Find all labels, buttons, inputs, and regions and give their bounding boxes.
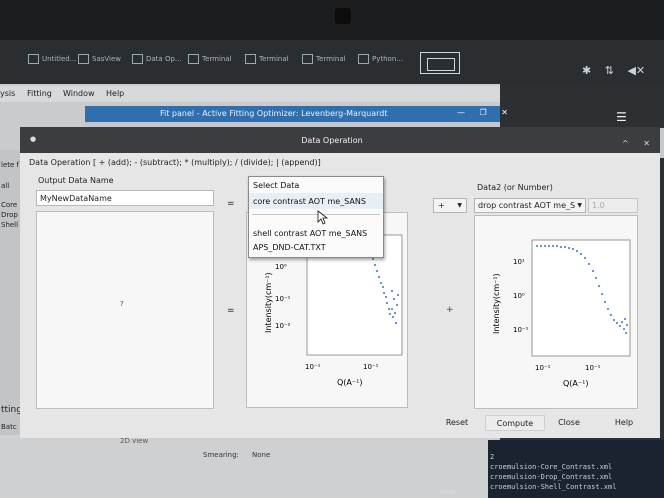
ytick-label: 10⁻¹ <box>275 295 291 303</box>
view-label: 2D view <box>120 437 149 445</box>
operation-help-text: Data Operation [ + (add); - (subtract); … <box>29 158 321 167</box>
smearing-label: Smearing: <box>203 451 239 459</box>
fitting-label: tting <box>1 405 22 415</box>
dialog-title: Data Operation <box>301 136 363 145</box>
help-button[interactable]: Help <box>608 415 640 431</box>
xtick-label: 10⁻¹ <box>305 363 321 371</box>
system-tray: ✱ ⇅ ◀✕ <box>582 64 645 77</box>
data2-plot-svg: 10¹ 10⁰ 10⁻¹ 10⁻¹ 10⁻¹ Q(A⁻¹) Intensity(… <box>492 239 631 388</box>
volume-muted-icon[interactable]: ◀✕ <box>627 64 645 77</box>
smearing-value: None <box>252 451 271 459</box>
dropdown-item-core[interactable]: core contrast AOT me_SANS <box>253 197 366 206</box>
terminal-icon <box>302 54 313 64</box>
window-icon <box>78 54 89 64</box>
menu-fitting[interactable]: Fitting <box>27 89 52 98</box>
y-axis-label: Intensity(cm⁻¹) <box>264 272 273 333</box>
delete-button[interactable]: lete f <box>1 161 19 169</box>
xtick-label: 10⁻¹ <box>585 364 601 372</box>
terminal-line: 2 <box>490 453 495 461</box>
terminal-line: croemulsion-Core_Contrast.xml <box>490 463 613 471</box>
data2-select[interactable]: drop contrast AOT me_S ▼ <box>474 198 586 213</box>
ytick-label: 10⁰ <box>275 263 287 271</box>
mouse-cursor-icon <box>317 210 329 227</box>
batch-label: Batc <box>1 423 17 431</box>
taskbar-item[interactable]: Terminal <box>188 54 232 68</box>
dropdown-separator <box>252 214 380 215</box>
taskbar-item[interactable]: Python... <box>358 54 403 68</box>
ytick-label: 10⁰ <box>513 292 525 300</box>
dropdown-item-shell[interactable]: shell contrast AOT me_SANS <box>253 229 367 238</box>
terminal-icon <box>245 54 256 64</box>
network-icon[interactable]: ⇅ <box>605 64 614 77</box>
operator-select[interactable]: + ▼ <box>433 198 467 213</box>
xtick-label: 10⁻¹ <box>363 363 379 371</box>
window-icon <box>132 54 143 64</box>
terminal-line: croemulsion-Shell_Contrast.xml <box>490 483 617 491</box>
dialog-window-controls[interactable]: ^ ✕ <box>622 139 656 148</box>
compute-button[interactable]: Compute <box>485 415 545 431</box>
data-item-shell[interactable]: Shell <box>1 221 18 229</box>
terminal-line: croemulsion-Drop_Contrast.xml <box>490 473 613 481</box>
workspace-inner-icon <box>427 58 455 71</box>
ytick-label: 10⁻¹ <box>513 326 529 334</box>
hamburger-menu-icon[interactable]: ☰ <box>616 110 627 124</box>
number-input[interactable]: 1.0 <box>588 198 638 213</box>
ytick-label: 10¹ <box>513 258 525 266</box>
menu-window[interactable]: Window <box>63 89 95 98</box>
taskbar-item[interactable]: Untitled... <box>28 54 76 68</box>
dropdown-header[interactable]: Select Data <box>253 181 299 190</box>
output-plot-area <box>36 211 214 409</box>
output-placeholder: ? <box>120 300 124 308</box>
data2-label: Data2 (or Number) <box>477 183 553 192</box>
chevron-down-icon: ▼ <box>577 199 582 212</box>
fit-panel-title: Fit panel - Active Fitting Optimizer: Le… <box>160 109 388 118</box>
fit-panel-window-controls[interactable]: — ❐ ✕ <box>457 108 514 117</box>
equals-sign: = <box>227 306 235 316</box>
plot-axes <box>531 239 631 357</box>
data-item-drop[interactable]: Drop <box>1 211 18 219</box>
background-bottom-panel <box>0 435 490 498</box>
output-name-input[interactable]: MyNewDataName <box>36 190 214 206</box>
help-link[interactable]: Help <box>440 488 456 496</box>
dropdown-item-aps[interactable]: APS_DND-CAT.TXT <box>253 243 326 252</box>
terminal-icon <box>188 54 199 64</box>
monitor-bezel <box>0 0 664 40</box>
y-axis-label: Intensity(cm⁻¹) <box>492 273 501 334</box>
data2-value: drop contrast AOT me_S <box>478 201 576 210</box>
select-all-label[interactable]: all <box>1 182 9 190</box>
operator-value: + <box>438 201 445 210</box>
reset-button[interactable]: Reset <box>438 415 476 431</box>
taskbar-item[interactable]: Data Op... <box>132 54 182 68</box>
equals-sign: = <box>227 199 235 209</box>
plus-sign: + <box>446 305 454 315</box>
python-icon <box>358 54 369 64</box>
xtick-label: 10⁻¹ <box>535 364 551 372</box>
chevron-down-icon: ▼ <box>457 202 462 209</box>
x-axis-label: Q(A⁻¹) <box>563 379 588 388</box>
menu-help[interactable]: Help <box>106 89 124 98</box>
data2-plot: 10¹ 10⁰ 10⁻¹ 10⁻¹ 10⁻¹ Q(A⁻¹) Intensity(… <box>474 215 638 409</box>
output-name-label: Output Data Name <box>38 176 114 185</box>
ytick-label: 10⁻² <box>275 322 291 330</box>
close-button[interactable]: Close <box>553 415 585 431</box>
window-icon <box>28 54 39 64</box>
menu-analysis[interactable]: ysis <box>0 89 15 98</box>
camera-icon <box>335 8 351 24</box>
bluetooth-icon[interactable]: ✱ <box>582 64 591 77</box>
taskbar-item[interactable]: Terminal <box>302 54 346 68</box>
data-item-core[interactable]: Core <box>1 201 17 209</box>
taskbar-item[interactable]: SasView <box>78 54 121 68</box>
x-axis-label: Q(A⁻¹) <box>337 378 362 387</box>
taskbar-item[interactable]: Terminal <box>245 54 289 68</box>
